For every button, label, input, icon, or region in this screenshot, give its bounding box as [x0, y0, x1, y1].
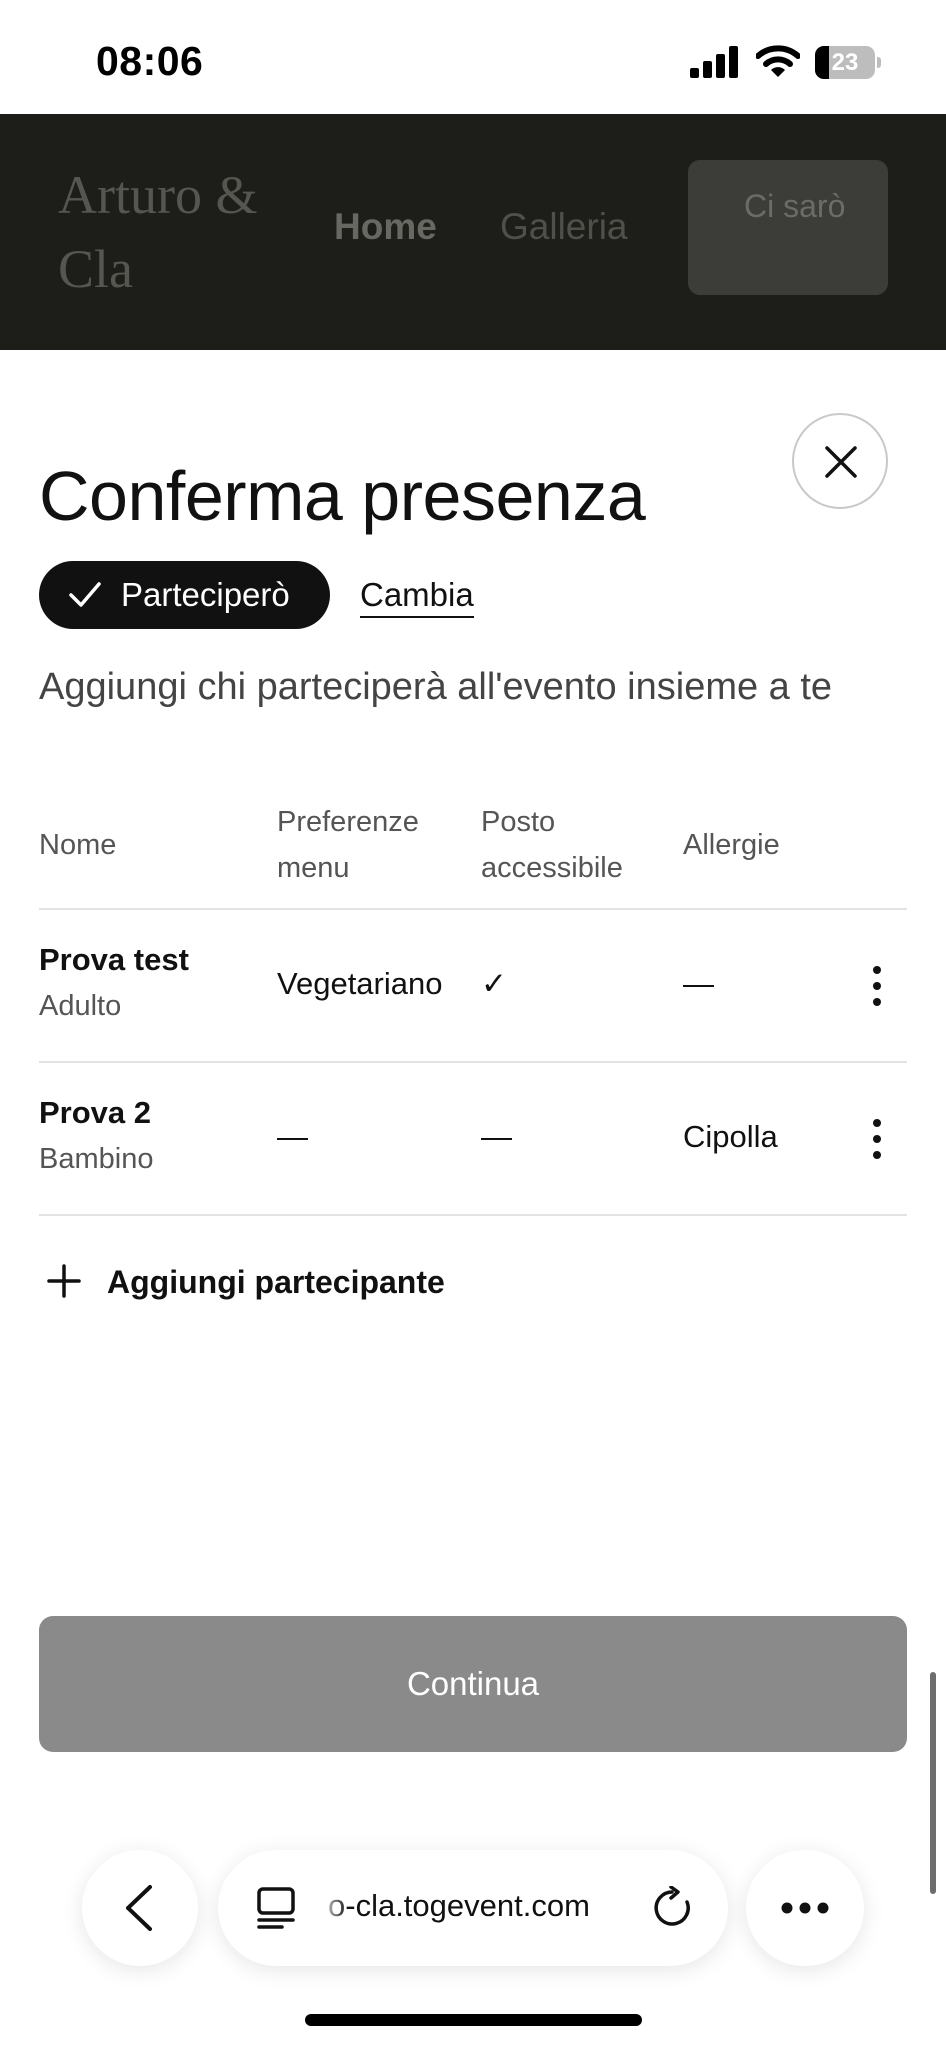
participant-type: Adulto: [39, 990, 122, 1022]
row-options-button[interactable]: [865, 1117, 889, 1161]
battery-icon: 23: [815, 46, 881, 79]
table-row: Prova 2 Bambino — — Cipolla: [39, 1063, 907, 1216]
status-time: 08:06: [96, 38, 204, 84]
nav-home-link: Home: [334, 206, 437, 247]
participants-table: Nome Preferenze menu Posto accessibile A…: [39, 784, 907, 1216]
continue-button[interactable]: Continua: [39, 1616, 907, 1752]
home-indicator: [305, 2014, 642, 2026]
scroll-indicator: [930, 1672, 936, 1894]
column-header-access: Posto accessibile: [481, 806, 623, 884]
close-icon: [825, 446, 857, 478]
change-attendance-link[interactable]: Cambia: [360, 576, 474, 618]
rsvp-sheet: Conferma presenza Parteciperò Cambia Agg…: [0, 354, 946, 2048]
browser-more-button[interactable]: [746, 1850, 864, 1966]
participant-type: Bambino: [39, 1143, 154, 1175]
participant-name: Prova test: [39, 942, 189, 977]
sheet-title: Conferma presenza: [39, 457, 646, 535]
add-participant-button[interactable]: Aggiungi partecipante: [39, 1252, 499, 1312]
url-text: o-cla.togevent.com: [328, 1888, 590, 1923]
browser-back-button[interactable]: [82, 1850, 198, 1966]
more-vertical-icon: [873, 966, 881, 1006]
site-logo: Arturo & Cla: [58, 165, 258, 299]
column-header-name: Nome: [39, 829, 117, 861]
reload-icon[interactable]: [650, 1886, 694, 1930]
nav-gallery-link: Galleria: [500, 206, 628, 247]
battery-level: 23: [831, 49, 859, 76]
close-button[interactable]: [792, 413, 888, 509]
add-participant-label: Aggiungi partecipante: [107, 1264, 445, 1300]
column-header-allergy: Allergie: [683, 829, 780, 861]
status-bar: 08:06 23: [0, 0, 946, 114]
more-icon: [781, 1902, 829, 1914]
participant-name: Prova 2: [39, 1095, 152, 1130]
participant-allergy: Cipolla: [683, 1119, 778, 1154]
sheet-subtitle: Aggiungi chi parteciperà all'evento insi…: [39, 666, 833, 708]
wifi-icon: [756, 45, 800, 77]
browser-url-bar[interactable]: o-cla.togevent.com: [218, 1850, 728, 1966]
check-icon: [69, 582, 101, 607]
attendance-status-label: Parteciperò: [121, 576, 290, 613]
participant-access: ✓: [481, 966, 507, 1001]
rsvp-header-button: Ci sarò: [688, 160, 888, 295]
participant-menu: —: [277, 1119, 308, 1154]
participant-allergy: —: [683, 966, 714, 1001]
back-icon: [126, 1885, 152, 1931]
more-vertical-icon: [873, 1119, 881, 1159]
attendance-status-pill: Parteciperò: [39, 561, 330, 629]
table-header: Nome Preferenze menu Posto accessibile A…: [39, 784, 907, 910]
signal-icon: [690, 46, 738, 78]
participant-menu: Vegetariano: [277, 966, 443, 1001]
tabs-icon[interactable]: [256, 1886, 296, 1930]
plus-icon: [47, 1264, 81, 1298]
site-header: Arturo & Cla Home Galleria Ci sarò: [0, 114, 946, 350]
table-row: Prova test Adulto Vegetariano ✓ —: [39, 910, 907, 1063]
row-options-button[interactable]: [865, 964, 889, 1008]
column-header-menu: Preferenze menu: [277, 806, 419, 884]
participant-access: —: [481, 1119, 512, 1154]
